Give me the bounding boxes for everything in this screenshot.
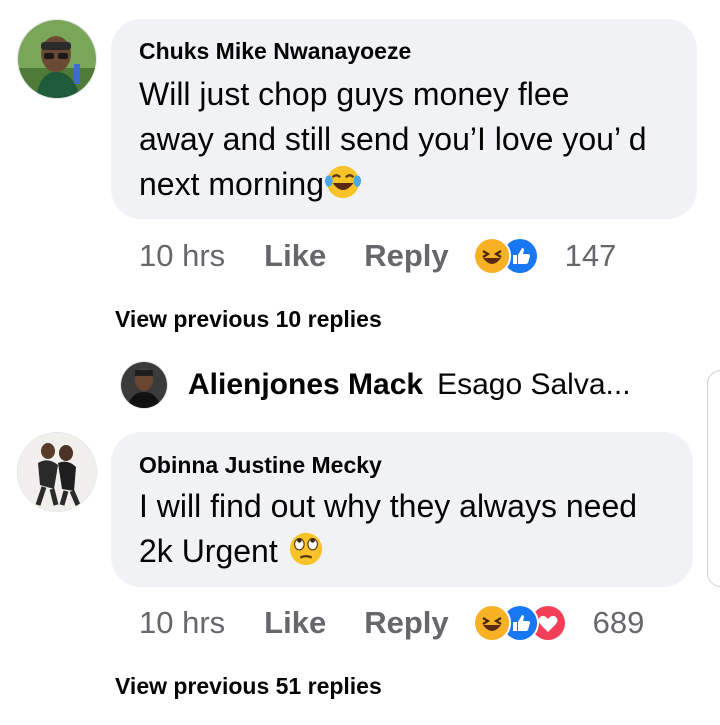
comment-text: Will just chop guys money flee away and …	[139, 72, 687, 207]
comment-text: I will find out why they always need 2k …	[139, 484, 687, 574]
comment-line: away and still send you’I love you’ d	[139, 121, 647, 157]
laughing-tears-emoji-icon	[324, 165, 362, 199]
commenter-avatar[interactable]	[17, 432, 97, 512]
view-previous-replies[interactable]: View previous 10 replies	[115, 306, 382, 333]
reaction-count[interactable]: 689	[593, 605, 645, 641]
comment-actions: 10 hrs Like Reply 689	[139, 603, 644, 643]
reply-avatar[interactable]	[120, 361, 168, 409]
comment-line: Will just chop guys money flee	[139, 76, 570, 112]
view-previous-replies[interactable]: View previous 51 replies	[115, 673, 382, 700]
comment-line: I will find out why they always need	[139, 488, 638, 524]
haha-reaction-icon	[472, 604, 511, 642]
reply-button[interactable]: Reply	[364, 605, 448, 641]
reply-author[interactable]: Alienjones Mack	[188, 368, 423, 402]
like-button[interactable]: Like	[264, 238, 326, 274]
comment-time[interactable]: 10 hrs	[139, 238, 225, 274]
comment-author[interactable]: Obinna Justine Mecky	[139, 452, 382, 479]
reaction-summary[interactable]	[472, 604, 567, 642]
commenter-avatar[interactable]	[17, 19, 97, 99]
reaction-summary[interactable]	[472, 237, 539, 275]
reply-preview[interactable]: Alienjones Mack Esago Salva...	[120, 360, 631, 410]
comment-line: 2k Urgent	[139, 529, 687, 574]
reply-button[interactable]: Reply	[364, 238, 448, 274]
like-button[interactable]: Like	[264, 605, 326, 641]
haha-reaction-icon	[472, 237, 511, 275]
reply-snippet: Esago Salva...	[437, 368, 631, 401]
side-panel-edge	[707, 370, 720, 587]
comment-time[interactable]: 10 hrs	[139, 605, 225, 641]
eye-roll-emoji-icon	[289, 532, 322, 566]
comment-author[interactable]: Chuks Mike Nwanayoeze	[139, 38, 411, 65]
reaction-count[interactable]: 147	[565, 238, 617, 274]
comment-line: next morning	[139, 162, 687, 207]
comment-actions: 10 hrs Like Reply 147	[139, 236, 616, 276]
